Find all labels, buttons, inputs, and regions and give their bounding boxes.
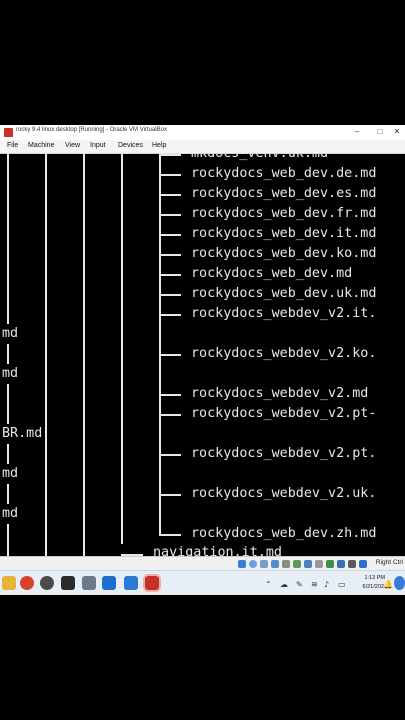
menu-input[interactable]: Input bbox=[90, 142, 106, 149]
tree-branch bbox=[159, 154, 181, 156]
file-entry: rockydocs_webdev_v2.pt. bbox=[191, 446, 377, 461]
optical-drive-icon[interactable] bbox=[249, 560, 257, 568]
tree-branch bbox=[159, 314, 181, 316]
menu-view[interactable]: View bbox=[65, 142, 80, 149]
usb-icon[interactable] bbox=[282, 560, 290, 568]
wifi-icon[interactable]: ≋ bbox=[311, 580, 318, 589]
menu-bar: File Machine View Input Devices Help bbox=[0, 140, 405, 154]
maximize-button[interactable]: □ bbox=[372, 126, 388, 138]
menu-machine[interactable]: Machine bbox=[28, 142, 54, 149]
battery-icon[interactable]: ▭ bbox=[338, 580, 346, 589]
tree-branch bbox=[159, 214, 181, 216]
tree-branch-last bbox=[159, 534, 181, 536]
github-icon[interactable] bbox=[40, 576, 54, 590]
chevron-up-icon[interactable]: ⌃ bbox=[265, 580, 272, 589]
window-title: rocky 9.4 linux desktop [Running] - Orac… bbox=[16, 127, 167, 133]
file-entry: rockydocs_webdev_v2.uk. bbox=[191, 486, 377, 501]
tree-branch bbox=[159, 494, 181, 496]
file-entry: rockydocs_web_dev.uk.md bbox=[191, 286, 377, 301]
tree-branch bbox=[159, 274, 181, 276]
file-entry: rockydocs_web_dev.es.md bbox=[191, 186, 377, 201]
file-entry: rockydocs_webdev_v2.it. bbox=[191, 306, 377, 321]
file-entry: rockydocs_web_dev.zh.md bbox=[191, 526, 377, 541]
display-icon[interactable] bbox=[304, 560, 312, 568]
file-entry-wrap: BR.md bbox=[2, 424, 43, 444]
file-entry-wrap: md bbox=[2, 504, 19, 524]
tree-guide-1 bbox=[7, 154, 9, 556]
recording-icon[interactable] bbox=[315, 560, 323, 568]
vscode-icon[interactable] bbox=[124, 576, 138, 590]
copilot-tray-icon[interactable] bbox=[394, 576, 405, 590]
file-entry: navigation.it.md bbox=[153, 545, 282, 556]
windows-taskbar: ⌃ ☁ ✎ ≋ ♪ ▭ 1:13 PM 6/21/2024 🔔 bbox=[0, 570, 405, 596]
keyboard-icon[interactable] bbox=[348, 560, 356, 568]
menu-help[interactable]: Help bbox=[152, 142, 166, 149]
tree-branch bbox=[159, 294, 181, 296]
tree-guide-5 bbox=[159, 154, 161, 524]
terminal-screen[interactable]: mkdocs_venv.uk.md rockydocs_web_dev.de.m… bbox=[0, 154, 405, 556]
tree-branch bbox=[159, 414, 181, 416]
tree-guide-3 bbox=[83, 154, 85, 556]
file-entry: rockydocs_web_dev.it.md bbox=[191, 226, 377, 241]
mouse-integration-icon[interactable] bbox=[337, 560, 345, 568]
letterbox-top bbox=[0, 0, 405, 125]
hard-disk-icon[interactable] bbox=[238, 560, 246, 568]
shared-folders-icon[interactable] bbox=[293, 560, 301, 568]
cpu-icon[interactable] bbox=[326, 560, 334, 568]
tree-guide-2 bbox=[45, 154, 47, 556]
notification-bell-icon[interactable]: 🔔 bbox=[383, 580, 393, 589]
host-key-label: Right Ctrl bbox=[375, 559, 403, 566]
file-entry: mkdocs_venv.uk.md bbox=[191, 154, 328, 164]
menu-devices[interactable]: Devices bbox=[118, 142, 143, 149]
file-entry: rockydocs_webdev_v2.pt- bbox=[191, 406, 377, 421]
widgets-icon[interactable] bbox=[2, 576, 16, 590]
tree-branch bbox=[159, 194, 181, 196]
vm-taskbar-icon[interactable] bbox=[143, 574, 161, 592]
chrome-icon[interactable] bbox=[20, 576, 34, 590]
tree-branch bbox=[159, 354, 181, 356]
arrow-down-icon[interactable] bbox=[359, 560, 367, 568]
tree-branch bbox=[159, 174, 181, 176]
tree-branch bbox=[159, 394, 181, 396]
file-entry: rockydocs_webdev_v2.md bbox=[191, 386, 369, 401]
file-entry: rockydocs_web_dev.fr.md bbox=[191, 206, 377, 221]
copilot-icon[interactable] bbox=[82, 576, 96, 590]
file-entry: rockydocs_web_dev.md bbox=[191, 266, 353, 281]
file-entry: rockydocs_web_dev.ko.md bbox=[191, 246, 377, 261]
file-entry: rockydocs_web_dev.de.md bbox=[191, 166, 377, 181]
file-entry-wrap: md bbox=[2, 464, 19, 484]
minimize-button[interactable]: – bbox=[349, 126, 365, 138]
tree-corner bbox=[159, 524, 161, 536]
audio-icon[interactable] bbox=[260, 560, 268, 568]
pen-icon[interactable]: ✎ bbox=[296, 580, 303, 589]
cloud-icon[interactable]: ☁ bbox=[280, 580, 288, 589]
virtualbox-window: rocky 9.4 linux desktop [Running] - Orac… bbox=[0, 125, 405, 571]
menu-file[interactable]: File bbox=[7, 142, 18, 149]
virtualbox-app-icon bbox=[4, 128, 13, 137]
file-entry-wrap: md bbox=[2, 364, 19, 384]
network-icon[interactable] bbox=[271, 560, 279, 568]
file-entry-wrap: md bbox=[2, 324, 19, 344]
letterbox-bottom bbox=[0, 595, 405, 720]
terminal-app-icon[interactable] bbox=[61, 576, 75, 590]
volume-icon[interactable]: ♪ bbox=[324, 580, 329, 589]
tree-branch bbox=[159, 234, 181, 236]
file-entry: rockydocs_webdev_v2.ko. bbox=[191, 346, 377, 361]
virtualbox-icon[interactable] bbox=[102, 576, 116, 590]
close-button[interactable]: ✕ bbox=[389, 126, 405, 138]
tree-branch bbox=[159, 454, 181, 456]
vm-status-bar: Right Ctrl bbox=[0, 556, 405, 571]
tree-branch bbox=[159, 254, 181, 256]
tree-guide-4 bbox=[121, 154, 123, 544]
title-bar: rocky 9.4 linux desktop [Running] - Orac… bbox=[0, 125, 405, 141]
